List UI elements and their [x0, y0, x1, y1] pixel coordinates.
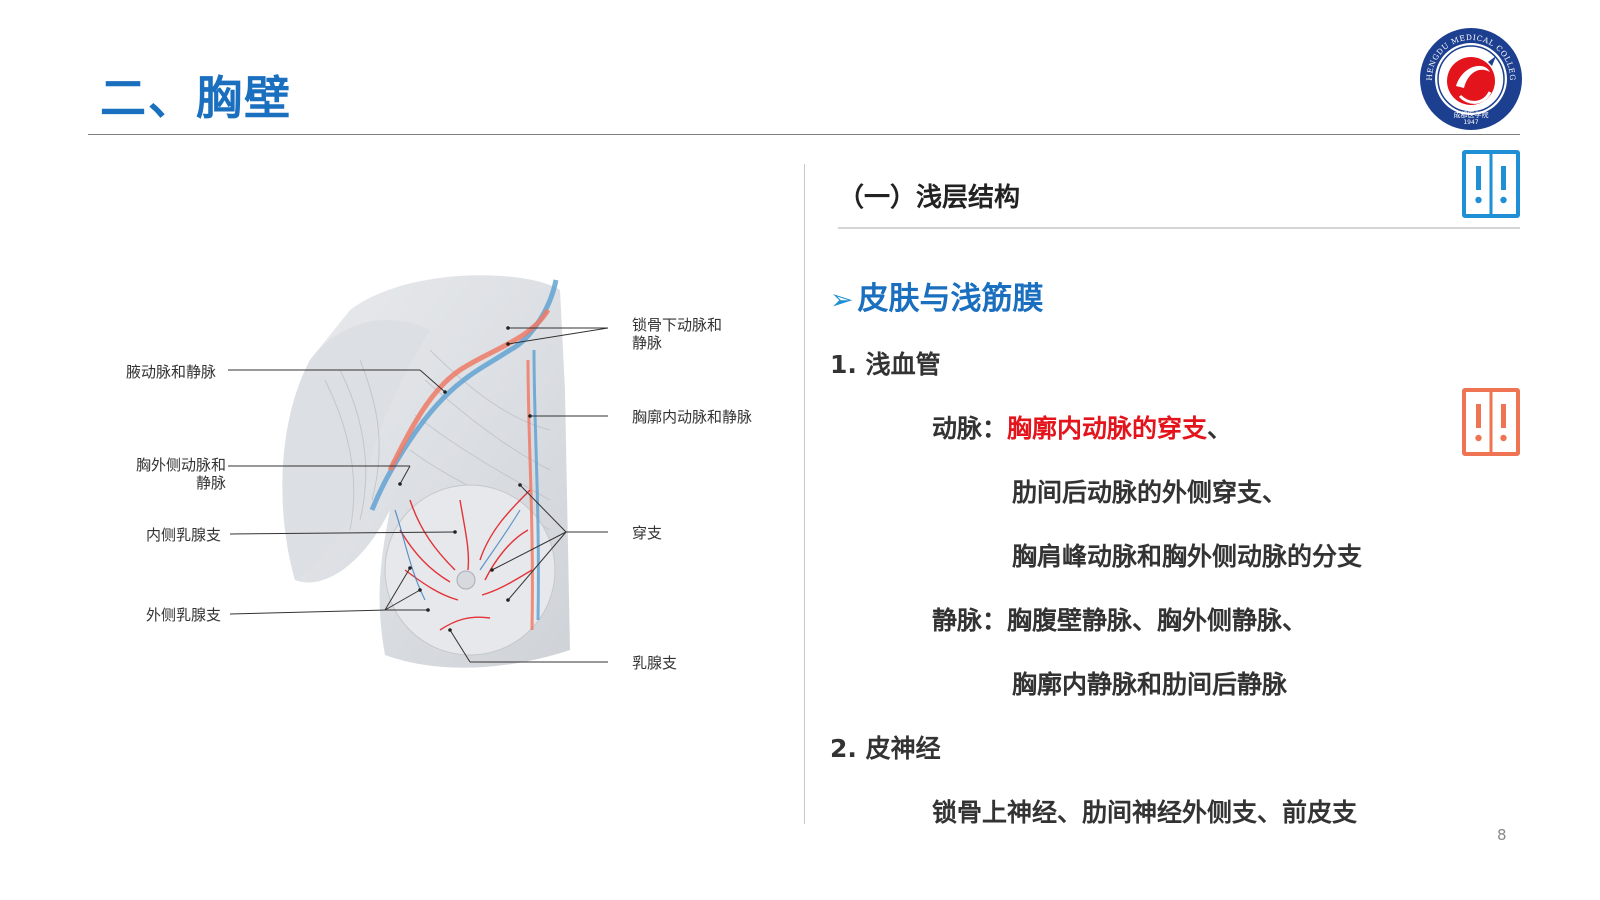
chest-wall-illustration: 锁骨下动脉和 静脉 腋动脉和静脉 胸廓内动脉和静脉 胸外侧动脉和 静脉 穿支 内… — [110, 270, 790, 700]
logo-year: 1947 — [1463, 119, 1478, 126]
label-internal-thoracic-vessels: 胸廓内动脉和静脉 — [632, 408, 753, 426]
column-divider — [804, 164, 805, 824]
label-mammary-branches: 乳腺支 — [632, 654, 678, 672]
label-medial-mammary-branches: 内侧乳腺支 — [146, 526, 222, 544]
label-axillary-vessels: 腋动脉和静脉 — [126, 363, 217, 381]
item-cutaneous-nerves-title: 2. 皮神经 — [830, 734, 941, 763]
artery-highlight: 胸廓内动脉的穿支 — [1007, 414, 1208, 443]
page-number: 8 — [1497, 826, 1507, 844]
nerve-line: 锁骨上神经、肋间神经外侧支、前皮支 — [932, 798, 1358, 827]
slide-title: 二、胸壁 — [100, 71, 292, 125]
vein-line-2: 胸廓内静脉和肋间后静脉 — [1012, 670, 1288, 699]
vein-label: 静脉： — [932, 606, 1008, 635]
item-superficial-vessels-title: 1. 浅血管 — [830, 350, 941, 379]
blue-exclamation-icon — [1462, 150, 1520, 218]
artery-line-1: 动脉：胸廓内动脉的穿支、 — [932, 409, 1232, 445]
orange-exclamation-icon — [1462, 388, 1520, 456]
subheading: ➢ 皮肤与浅筋膜 — [830, 273, 1043, 318]
label-lateral-thoracic-vessels: 胸外侧动脉和 静脉 — [135, 456, 226, 492]
logo-cn-text: 成都医学院 — [1454, 110, 1489, 119]
section-divider — [838, 227, 1520, 229]
artery-highlight-separator: 、 — [1207, 414, 1233, 443]
subheading-text: 皮肤与浅筋膜 — [857, 281, 1044, 317]
label-lateral-mammary-branches: 外侧乳腺支 — [146, 606, 222, 624]
artery-line-2: 肋间后动脉的外侧穿支、 — [1012, 478, 1288, 507]
arrow-bullet-icon: ➢ — [830, 283, 854, 316]
vein-text-1: 胸腹壁静脉、胸外侧静脉、 — [1007, 606, 1308, 635]
vein-line-1: 静脉：胸腹壁静脉、胸外侧静脉、 — [932, 601, 1307, 637]
label-perforating-branches: 穿支 — [632, 524, 663, 542]
college-logo: 1947 成都医学院 CHENGDU MEDICAL COLLEGE — [1418, 26, 1522, 130]
artery-label: 动脉： — [932, 414, 1008, 443]
label-subclavian-vessels: 锁骨下动脉和 静脉 — [632, 316, 723, 352]
artery-line-3: 胸肩峰动脉和胸外侧动脉的分支 — [1012, 542, 1363, 571]
section-heading: （一）浅层结构 — [838, 183, 1021, 213]
title-divider — [88, 134, 1520, 135]
